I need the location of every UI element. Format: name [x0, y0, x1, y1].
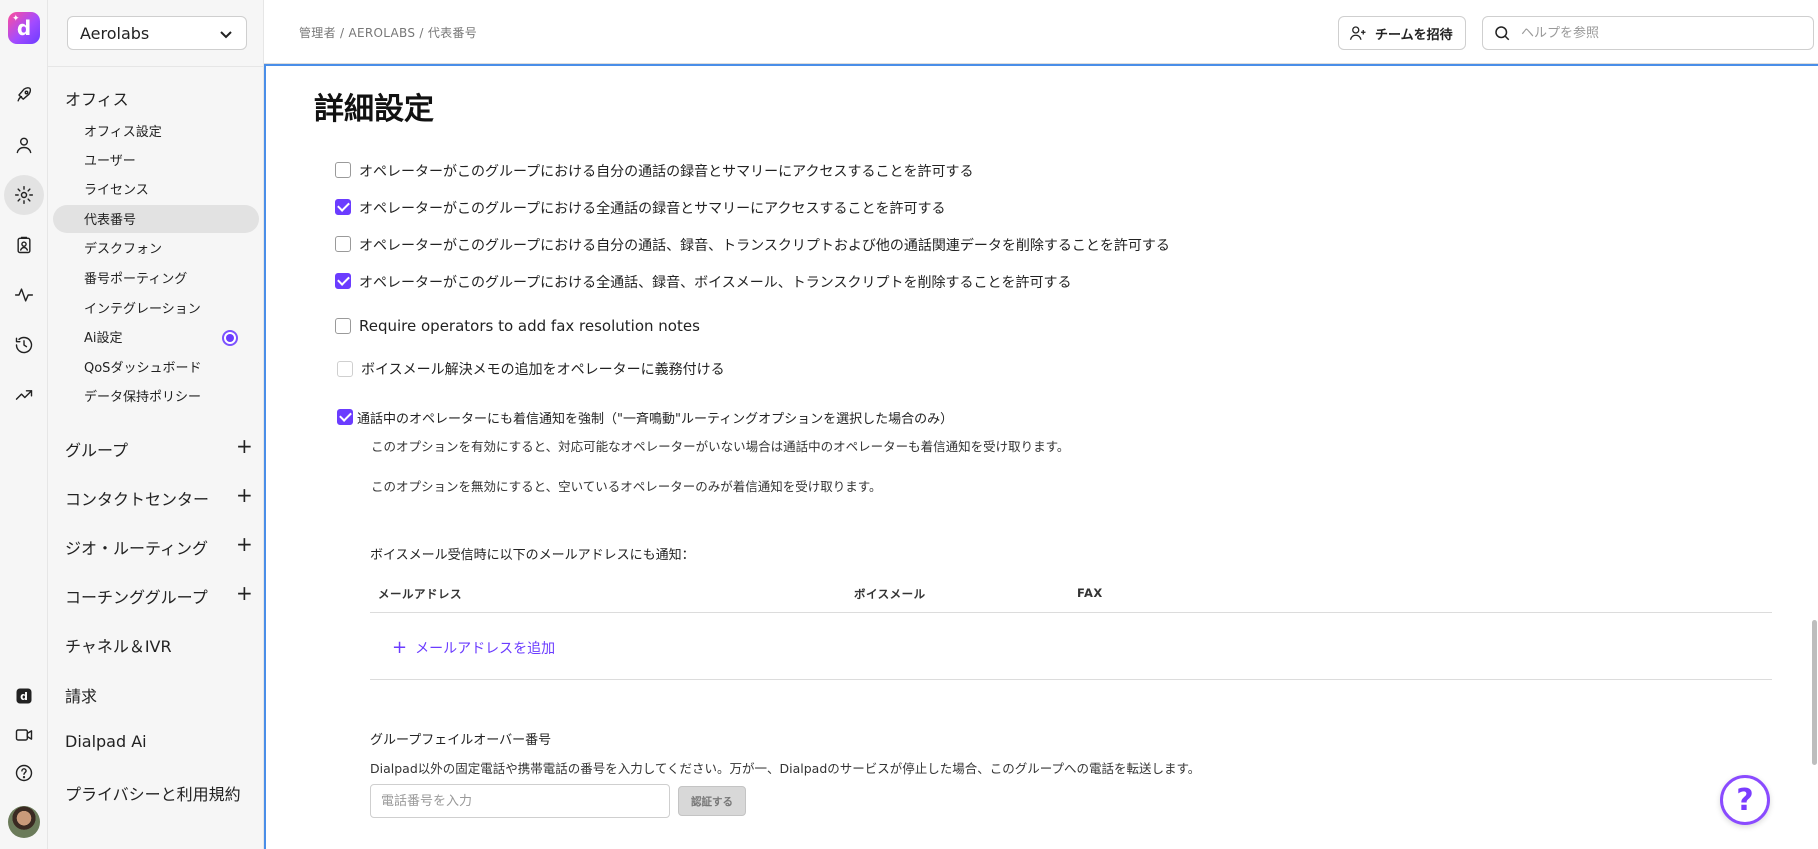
add-contact-center-plus-icon[interactable]: +: [236, 485, 253, 505]
force-ring-help-enabled: このオプションを有効にすると、対応可能なオペレーターがいない場合は通話中のオペレ…: [371, 439, 1070, 454]
option-own-recordings-label: オペレーターがこのグループにおける自分の通話の録音とサマリーにアクセスすることを…: [359, 164, 974, 180]
sidebar-section-dialpad-ai[interactable]: Dialpad Ai: [65, 732, 147, 751]
video-icon[interactable]: [8, 719, 40, 751]
failover-phone-input[interactable]: [370, 784, 670, 818]
sidebar-item-number-porting[interactable]: 番号ポーティング: [84, 268, 187, 287]
org-selector[interactable]: Aerolabs: [67, 16, 247, 50]
sidebar-item-ai-settings[interactable]: Ai設定: [84, 327, 123, 346]
table-header-divider: [370, 612, 1772, 613]
option-fax-notes-checkbox[interactable]: [335, 318, 351, 334]
sidebar-section-office[interactable]: オフィス: [65, 86, 129, 110]
plus-icon: +: [392, 637, 408, 658]
person-icon[interactable]: [8, 129, 40, 161]
sidebar-item-office-settings[interactable]: オフィス設定: [84, 121, 162, 140]
search-icon: [1495, 26, 1510, 41]
option-all-recordings-checkbox[interactable]: [335, 199, 351, 215]
help-fab-button[interactable]: ?: [1720, 775, 1770, 825]
help-search[interactable]: [1482, 16, 1814, 50]
dialpad-logo[interactable]: ✦ d: [8, 12, 40, 44]
invite-team-button[interactable]: チームを招待: [1338, 16, 1466, 50]
option-delete-own-data-checkbox[interactable]: [335, 236, 351, 252]
sidebar-divider: [48, 66, 264, 67]
option-force-ring-checkbox[interactable]: [337, 409, 353, 425]
settings-gear-icon[interactable]: [4, 175, 44, 215]
sidebar-section-coaching-groups[interactable]: コーチンググループ: [65, 584, 208, 608]
option-fax-notes-label: Require operators to add fax resolution …: [359, 317, 700, 335]
option-own-recordings-checkbox[interactable]: [335, 162, 351, 178]
sidebar-item-licenses[interactable]: ライセンス: [84, 179, 149, 198]
add-group-plus-icon[interactable]: +: [236, 436, 253, 456]
add-email-button[interactable]: + メールアドレスを追加: [392, 637, 555, 658]
page-title: 詳細設定: [314, 92, 434, 127]
scrollbar-thumb[interactable]: [1812, 620, 1817, 765]
add-person-icon: [1349, 26, 1366, 40]
column-header-email: メールアドレス: [378, 587, 462, 601]
option-force-ring-label: 通話中のオペレーターにも着信通知を強制（"一斉鳴動"ルーティングオプションを選択…: [357, 412, 954, 427]
sidebar-item-users[interactable]: ユーザー: [84, 150, 136, 169]
user-avatar[interactable]: [8, 806, 40, 838]
top-bar: 管理者 / AEROLABS / 代表番号 チームを招待: [264, 0, 1818, 64]
activity-icon[interactable]: [8, 279, 40, 311]
add-coaching-group-plus-icon[interactable]: +: [236, 583, 253, 603]
option-delete-all-data-checkbox[interactable]: [335, 273, 351, 289]
failover-number-description: Dialpad以外の固定電話や携帯電話の番号を入力してください。万が一、Dial…: [370, 761, 1201, 776]
add-geo-routing-plus-icon[interactable]: +: [236, 534, 253, 554]
breadcrumb: 管理者 / AEROLABS / 代表番号: [299, 26, 478, 40]
force-ring-help-disabled: このオプションを無効にすると、空いているオペレーターのみが着信通知を受け取ります…: [371, 479, 882, 494]
clipboard-person-icon[interactable]: [8, 229, 40, 261]
sidebar-section-billing[interactable]: 請求: [65, 683, 97, 707]
ai-status-indicator: [222, 330, 238, 346]
option-voicemail-notes-checkbox[interactable]: [337, 361, 353, 377]
sidebar-section-channels-ivr[interactable]: チャネル＆IVR: [65, 633, 172, 657]
column-header-voicemail: ボイスメール: [854, 587, 926, 601]
settings-sidebar: Aerolabs オフィス オフィス設定 ユーザー ライセンス 代表番号 デスク…: [48, 0, 264, 849]
help-search-input[interactable]: [1521, 25, 1801, 41]
table-bottom-divider: [370, 679, 1772, 680]
chevron-down-icon: [218, 26, 234, 42]
voicemail-notify-label: ボイスメール受信時に以下のメールアドレスにも通知：: [370, 548, 695, 563]
help-circle-icon[interactable]: [8, 757, 40, 789]
trending-up-icon[interactable]: [8, 379, 40, 411]
sidebar-section-privacy-terms[interactable]: プライバシーと利用規約: [65, 781, 241, 805]
add-email-label: メールアドレスを追加: [415, 640, 556, 657]
column-header-fax: FAX: [1077, 586, 1103, 600]
org-name: Aerolabs: [80, 23, 150, 43]
option-delete-own-data-label: オペレーターがこのグループにおける自分の通話、録音、トランスクリプトおよび他の通…: [359, 238, 1170, 254]
dialpad-app-icon[interactable]: d: [8, 680, 40, 712]
icon-rail: ✦ d d: [0, 0, 48, 849]
sidebar-item-data-retention[interactable]: データ保持ポリシー: [84, 386, 201, 405]
sidebar-section-groups[interactable]: グループ: [65, 437, 128, 461]
option-voicemail-notes-label: ボイスメール解決メモの追加をオペレーターに義務付ける: [361, 362, 725, 378]
history-icon[interactable]: [8, 329, 40, 361]
option-all-recordings-label: オペレーターがこのグループにおける全通話の録音とサマリーにアクセスすることを許可…: [359, 201, 946, 217]
sidebar-item-integrations[interactable]: インテグレーション: [84, 298, 201, 317]
verify-button[interactable]: 認証する: [678, 786, 746, 816]
sidebar-section-geo-routing[interactable]: ジオ・ルーティング: [65, 535, 208, 559]
failover-number-label: グループフェイルオーバー番号: [370, 733, 552, 748]
sidebar-item-deskphones[interactable]: デスクフォン: [84, 238, 162, 257]
svg-text:d: d: [20, 690, 28, 703]
rocket-icon[interactable]: [8, 79, 40, 111]
invite-team-label: チームを招待: [1375, 27, 1453, 43]
sidebar-section-contact-center[interactable]: コンタクトセンター: [65, 486, 209, 510]
option-delete-all-data-label: オペレーターがこのグループにおける全通話、録音、ボイスメール、トランスクリプトを…: [359, 275, 1072, 291]
sidebar-item-main-number[interactable]: 代表番号: [84, 209, 136, 228]
sidebar-item-qos-dashboard[interactable]: QoSダッシュボード: [84, 357, 201, 376]
